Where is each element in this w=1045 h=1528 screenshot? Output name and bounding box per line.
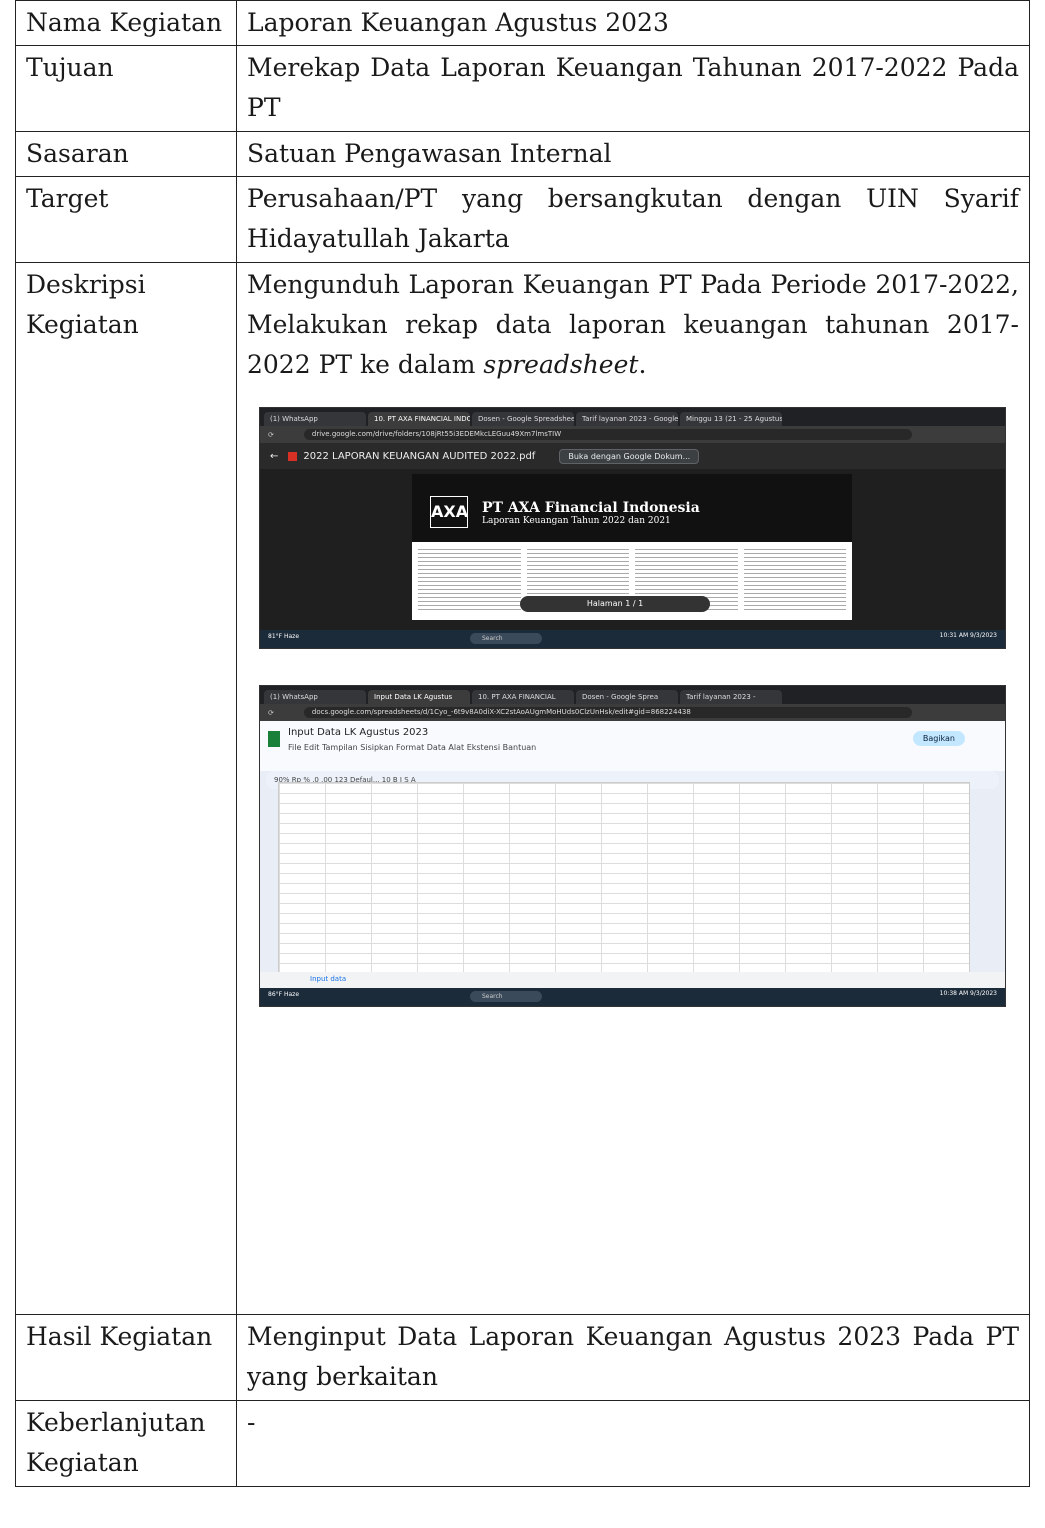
row-sasaran: Sasaran Satuan Pengawasan Internal bbox=[15, 131, 1030, 177]
label-deskripsi: Deskripsi Kegiatan bbox=[15, 262, 237, 1315]
browser-tab[interactable]: 10. PT AXA FINANCIAL INDO bbox=[368, 412, 470, 426]
browser-tabbar: (1) WhatsApp Input Data LK Agustus 10. P… bbox=[260, 686, 1005, 704]
browser-tab[interactable]: Dosen - Google Sprea bbox=[576, 690, 678, 704]
pdf-title-block: PT AXA Financial Indonesia Laporan Keuan… bbox=[482, 500, 700, 526]
row-keberlanjutan: Keberlanjutan Kegiatan - bbox=[15, 1400, 1030, 1487]
pdf-icon bbox=[288, 451, 298, 461]
cell-deskripsi: Mengunduh Laporan Keuangan PT Pada Perio… bbox=[236, 262, 1030, 1315]
value-tujuan: Merekap Data Laporan Keuangan Tahunan 20… bbox=[236, 45, 1030, 132]
reload-icon[interactable]: ⟳ bbox=[268, 431, 274, 439]
browser-tab[interactable]: 10. PT AXA FINANCIAL bbox=[472, 690, 574, 704]
value-sasaran: Satuan Pengawasan Internal bbox=[236, 131, 1030, 177]
row-deskripsi: Deskripsi Kegiatan Mengunduh Laporan Keu… bbox=[15, 262, 1030, 1315]
taskbar-search[interactable]: Search bbox=[470, 991, 542, 1002]
label-keberlanjutan: Keberlanjutan Kegiatan bbox=[15, 1400, 237, 1487]
taskbar-clock[interactable]: 10:31 AM 9/3/2023 bbox=[940, 632, 997, 639]
pdf-filename: 2022 LAPORAN KEUANGAN AUDITED 2022.pdf bbox=[303, 450, 536, 462]
sheet-tab[interactable]: Input data bbox=[310, 975, 346, 983]
pdf-header: AXA PT AXA Financial Indonesia Laporan K… bbox=[412, 474, 852, 542]
browser-tab[interactable]: (1) WhatsApp bbox=[264, 412, 366, 426]
pdf-subtitle: Laporan Keuangan Tahun 2022 dan 2021 bbox=[482, 516, 671, 526]
spreadsheet-term: spreadsheet bbox=[483, 350, 639, 379]
url-field[interactable]: docs.google.com/spreadsheets/d/1Cyo_-6t9… bbox=[303, 707, 912, 718]
url-field[interactable]: drive.google.com/drive/folders/108jRt55i… bbox=[303, 429, 912, 440]
spreadsheet-grid[interactable] bbox=[278, 782, 970, 980]
screenshot-spreadsheet: (1) WhatsApp Input Data LK Agustus 10. P… bbox=[259, 685, 1006, 1007]
row-nama-kegiatan: Nama Kegiatan Laporan Keuangan Agustus 2… bbox=[15, 0, 1030, 46]
address-bar: ⟳ drive.google.com/drive/folders/108jRt5… bbox=[260, 426, 1005, 443]
sheets-header: Input Data LK Agustus 2023 File Edit Tam… bbox=[260, 721, 1005, 771]
row-target: Target Perusahaan/PT yang bersangkutan d… bbox=[15, 176, 1030, 263]
activity-report-table: Nama Kegiatan Laporan Keuangan Agustus 2… bbox=[15, 0, 1030, 1487]
value-nama-kegiatan: Laporan Keuangan Agustus 2023 bbox=[236, 0, 1030, 46]
browser-tab[interactable]: Minggu 13 (21 - 25 Agustus bbox=[680, 412, 782, 426]
row-tujuan: Tujuan Merekap Data Laporan Keuangan Tah… bbox=[15, 45, 1030, 132]
value-hasil: Menginput Data Laporan Keuangan Agustus … bbox=[236, 1314, 1030, 1401]
windows-taskbar: 81°F Haze Search 10:31 AM 9/3/2023 bbox=[260, 630, 1005, 648]
open-with-button[interactable]: Buka dengan Google Dokum... bbox=[559, 448, 700, 464]
weather-widget[interactable]: 81°F Haze bbox=[268, 633, 299, 640]
label-hasil: Hasil Kegiatan bbox=[15, 1314, 237, 1401]
weather-widget[interactable]: 86°F Haze bbox=[268, 991, 299, 998]
browser-tab[interactable]: Tarif layanan 2023 - Google bbox=[576, 412, 678, 426]
address-bar: ⟳ docs.google.com/spreadsheets/d/1Cyo_-6… bbox=[260, 704, 1005, 721]
statement-column bbox=[418, 546, 521, 612]
value-keberlanjutan: - bbox=[236, 1400, 1030, 1487]
label-nama-kegiatan: Nama Kegiatan bbox=[15, 0, 237, 46]
browser-tab[interactable]: (1) WhatsApp bbox=[264, 690, 366, 704]
label-target: Target bbox=[15, 176, 237, 263]
value-deskripsi: Mengunduh Laporan Keuangan PT Pada Perio… bbox=[247, 270, 1019, 379]
value-target: Perusahaan/PT yang bersangkutan dengan U… bbox=[236, 176, 1030, 263]
browser-tab[interactable]: Dosen - Google Spreadsheet bbox=[472, 412, 574, 426]
menu-bar[interactable]: File Edit Tampilan Sisipkan Format Data … bbox=[288, 743, 536, 752]
browser-tab[interactable]: Tarif layanan 2023 - bbox=[680, 690, 782, 704]
pdf-toolbar: ← 2022 LAPORAN KEUANGAN AUDITED 2022.pdf… bbox=[260, 443, 1005, 469]
page-navigator[interactable]: Halaman 1 / 1 bbox=[520, 596, 710, 612]
taskbar-search[interactable]: Search bbox=[470, 633, 542, 644]
reload-icon[interactable]: ⟳ bbox=[268, 709, 274, 717]
axa-logo: AXA bbox=[430, 496, 468, 528]
label-tujuan: Tujuan bbox=[15, 45, 237, 132]
statement-column bbox=[743, 546, 846, 612]
taskbar-clock[interactable]: 10:38 AM 9/3/2023 bbox=[940, 990, 997, 997]
windows-taskbar: 86°F Haze Search 10:38 AM 9/3/2023 bbox=[260, 988, 1005, 1006]
share-button[interactable]: Bagikan bbox=[912, 731, 965, 746]
doc-title[interactable]: Input Data LK Agustus 2023 bbox=[288, 727, 428, 738]
sheets-icon[interactable] bbox=[268, 731, 280, 747]
pdf-title: PT AXA Financial Indonesia bbox=[482, 500, 700, 516]
screenshot-pdf-viewer: (1) WhatsApp 10. PT AXA FINANCIAL INDO D… bbox=[259, 407, 1006, 649]
row-hasil: Hasil Kegiatan Menginput Data Laporan Ke… bbox=[15, 1314, 1030, 1401]
browser-tabbar: (1) WhatsApp 10. PT AXA FINANCIAL INDO D… bbox=[260, 408, 1005, 426]
browser-tab[interactable]: Input Data LK Agustus bbox=[368, 690, 470, 704]
back-arrow-icon[interactable]: ← bbox=[270, 451, 278, 462]
label-sasaran: Sasaran bbox=[15, 131, 237, 177]
sheet-tabs-bar: Input data bbox=[260, 972, 1005, 988]
